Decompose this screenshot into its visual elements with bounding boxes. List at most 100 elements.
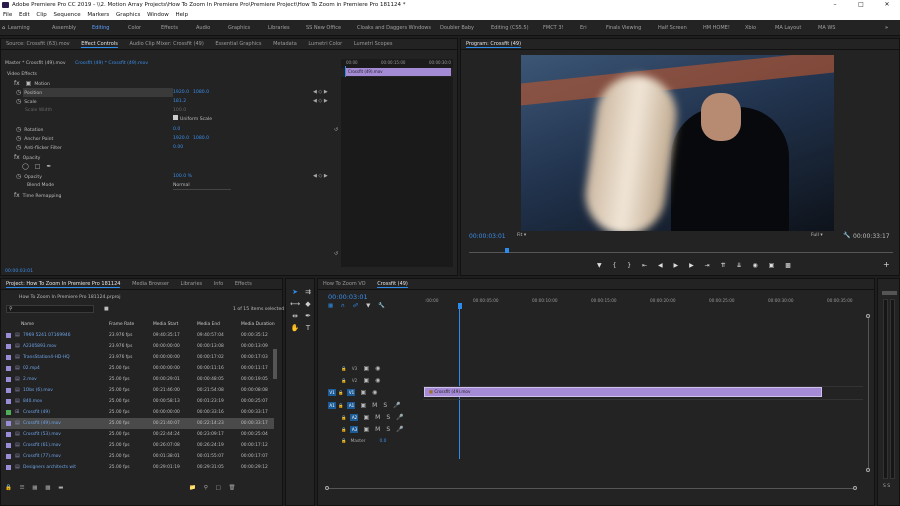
eye-icon[interactable]: ◉ [372,387,377,398]
menu-clip[interactable]: Clip [36,12,46,18]
sync-lock-icon[interactable]: ▣ [363,375,369,386]
workspace-color[interactable]: Color [128,20,141,36]
program-time-ruler[interactable] [469,247,893,253]
anti-flicker-param[interactable]: ◷ Anti-flicker Filter [13,143,62,152]
project-list-item[interactable]: ▤ Crossfit (49).mov 25.00 fps 00:21:40:07 00… [1,418,274,429]
tab-program[interactable]: Program: Crossfit (49) [466,41,522,48]
step-forward-icon[interactable]: ▶ [689,262,694,269]
minimize-icon[interactable]: – [822,0,848,10]
effect-controls-ruler[interactable]: 00:00 00:00:15:00 00:00:30:0 [341,59,453,68]
icon-view-icon[interactable]: ▦ [32,485,37,491]
extract-icon[interactable]: ⇊ [737,262,742,269]
tab-audio-clip-mixer[interactable]: Audio Clip Mixer: Crossfit (49) [129,41,203,47]
sync-lock-icon[interactable]: ▣ [363,363,369,374]
timeline-timecode[interactable]: 00:00:03:01 [328,293,368,301]
time-remapping-effect[interactable]: fx Time Remapping [11,191,61,200]
lock-icon[interactable]: 🔒 [341,379,346,384]
eye-icon[interactable]: ◉ [375,375,380,386]
label-color-swatch[interactable] [6,465,11,470]
sync-lock-icon[interactable]: ▣ [360,387,366,398]
anchor-point-param[interactable]: ◷ Anchor Point [13,134,53,143]
workspace-xbio[interactable]: Xbio [745,20,756,36]
timeline-ruler[interactable]: :00:00 00:00:05:00 00:00:10:00 00:00:15:… [423,297,863,309]
freeform-view-icon[interactable]: ▩ [45,485,50,491]
solo-icon[interactable]: S [386,424,390,435]
nest-icon[interactable]: ▦ [328,303,333,309]
workspace-assembly[interactable]: Assembly [52,20,76,36]
track-a3-header[interactable]: 🔒 A3 ▣ M S 🎤 [318,424,407,435]
workspace-ma-layout[interactable]: MA Layout [775,20,801,36]
opacity-param[interactable]: ◷ Opacity [13,172,42,181]
stopwatch-icon[interactable]: ◷ [16,97,21,106]
master-volume-value[interactable]: 0.0 [379,439,386,444]
label-color-swatch[interactable] [6,443,11,448]
stopwatch-icon[interactable]: ◷ [16,172,21,181]
workspace-ma-ws[interactable]: MA WS [818,20,835,36]
effect-controls-clip-bar[interactable]: Crossfit (49).mov [345,68,451,76]
workspace-ss-new-office[interactable]: SS New Office [306,20,341,36]
workspace-audio[interactable]: Audio [196,20,210,36]
program-video-frame[interactable] [521,55,834,231]
column-name[interactable]: Name [21,319,34,330]
clear-icon[interactable]: 🗑 [229,485,236,491]
tab-libraries[interactable]: Libraries [181,281,203,287]
timeline-playhead-line[interactable] [459,309,460,459]
menu-graphics[interactable]: Graphics [116,12,140,18]
find-icon[interactable]: ⚲ [204,485,208,491]
snap-icon[interactable]: ∩ [341,303,345,309]
reset-motion-icon[interactable]: ↺ [334,127,341,134]
add-marker-timeline-icon[interactable]: ▼ [366,303,370,309]
workspace-finals-viewing[interactable]: Finals Viewing [606,20,641,36]
hand-tool-icon[interactable]: ✋ [290,323,300,333]
voiceover-mic-icon[interactable]: 🎤 [396,424,403,435]
scale-value[interactable]: 181.2 [173,97,186,106]
project-list-item[interactable]: ▤ 1Obs (6).mov 25.00 fps 00:21:46:00 00:21:5… [1,385,274,396]
anti-flicker-value[interactable]: 0.00 [173,143,183,152]
position-keyframe-nav[interactable]: ◀ ◇ ▶ [313,88,328,97]
workspace-hm-home[interactable]: HM HOME! [703,20,730,36]
new-bin-icon[interactable]: ■ [104,306,109,312]
lock-icon[interactable]: 🔒 [338,391,343,396]
menu-markers[interactable]: Markers [87,12,109,18]
scale-keyframe-nav[interactable]: ◀ ◇ ▶ [313,97,328,106]
button-editor-icon[interactable]: + [883,260,890,269]
project-scrollbar[interactable] [273,349,277,379]
opacity-keyframe-nav[interactable]: ◀ ◇ ▶ [313,172,328,181]
pen-tool-icon[interactable]: ✒ [303,311,313,321]
go-to-out-icon[interactable]: ⇥ [705,262,710,269]
sync-lock-icon[interactable]: ▣ [360,400,366,411]
play-icon[interactable]: ▶ [674,262,679,269]
ec-timecode[interactable]: 00:00:03:01 [5,267,33,276]
project-list-item[interactable]: ▤ Crossfit (61).mov 25.00 fps 00:26:07:08 00… [1,440,274,451]
voiceover-mic-icon[interactable]: 🎤 [393,400,400,411]
opacity-value[interactable]: 100.0 % [173,172,192,181]
close-icon[interactable]: ✕ [874,0,900,10]
ripple-edit-tool-icon[interactable]: ⟷ [290,299,300,309]
go-to-in-icon[interactable]: ⇤ [642,262,647,269]
reset-opacity-icon[interactable]: ↺ [334,251,341,258]
workspace-editing-cs55[interactable]: Editing (CS5.5) [491,20,529,36]
linked-selection-icon[interactable]: ☍ [353,303,359,309]
zoom-slider[interactable]: ▬ [58,485,63,491]
sync-lock-icon[interactable]: ▣ [363,424,369,435]
tab-project[interactable]: Project: How To Zoom In Premiere Pro 181… [6,281,121,288]
tab-media-browser[interactable]: Media Browser [132,281,169,287]
export-frame-icon[interactable]: ◉ [753,262,758,269]
motion-effect[interactable]: fx ▣ Motion [11,79,50,88]
maximize-icon[interactable]: □ [848,0,874,10]
lock-icon[interactable]: 🔒 [341,367,346,372]
label-color-swatch[interactable] [6,432,11,437]
label-color-swatch[interactable] [6,366,11,371]
mute-icon[interactable]: M [375,424,380,435]
menu-file[interactable]: File [3,12,12,18]
label-color-swatch[interactable] [6,344,11,349]
mark-in-icon[interactable]: { [613,262,617,269]
menu-window[interactable]: Window [147,12,169,18]
source-patch-a1[interactable]: A1 [328,402,336,409]
project-list-item[interactable]: ▤ 7969 5241 07169946 23.976 fps 09:40:35:17… [1,330,274,341]
lock-icon[interactable]: 🔒 [341,428,346,433]
workspace-eri[interactable]: Eri [580,20,587,36]
scale-param[interactable]: ◷ Scale [13,97,37,106]
anchor-y-value[interactable]: 1080.0 [193,134,209,143]
master-track-header[interactable]: 🔒 Master 0.0 [318,436,386,447]
